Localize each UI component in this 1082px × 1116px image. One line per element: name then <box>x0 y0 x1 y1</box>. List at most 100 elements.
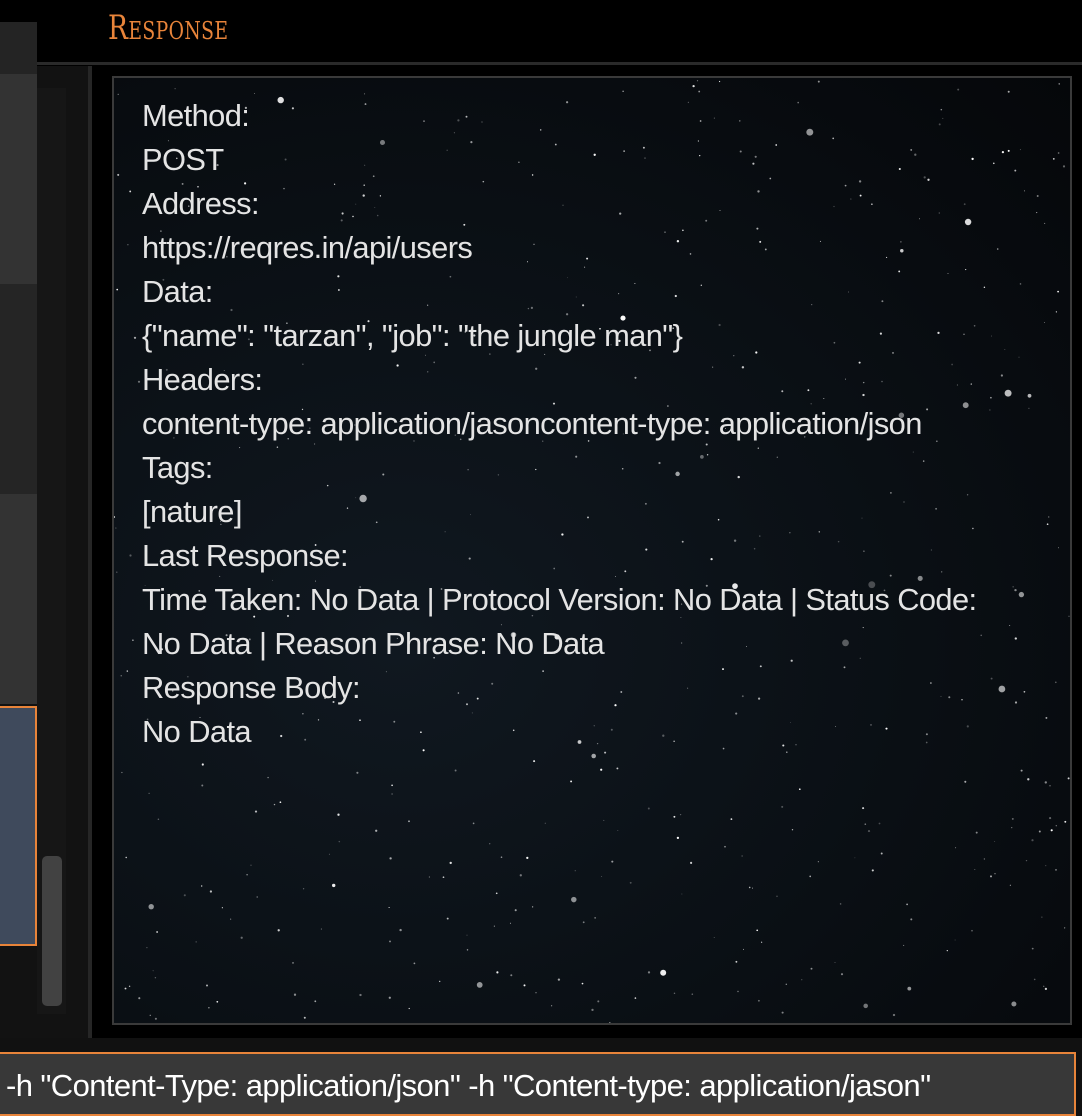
star <box>878 822 881 825</box>
star <box>495 892 498 895</box>
star <box>1045 865 1047 867</box>
star <box>337 813 340 816</box>
star <box>221 907 223 909</box>
star <box>338 840 341 843</box>
star <box>533 760 536 763</box>
star <box>454 769 457 772</box>
star <box>314 1000 317 1003</box>
star <box>195 941 197 943</box>
star <box>907 986 912 991</box>
star <box>1038 830 1041 833</box>
star <box>690 861 693 864</box>
star <box>946 950 948 952</box>
curl-command-input[interactable]: -h "Content-Type: application/json" -h "… <box>0 1052 1076 1116</box>
star <box>472 822 475 825</box>
star <box>292 962 294 964</box>
star <box>148 904 154 910</box>
star <box>133 336 137 339</box>
star <box>116 571 118 573</box>
star <box>761 941 763 943</box>
star <box>990 875 992 878</box>
response-line: Last Response: <box>142 538 349 573</box>
star <box>601 875 603 878</box>
star <box>389 940 391 943</box>
star <box>408 1007 410 1010</box>
star <box>201 885 203 887</box>
list-item[interactable] <box>0 284 37 494</box>
star <box>730 818 733 820</box>
star <box>208 1007 210 1009</box>
star <box>591 753 596 759</box>
star <box>1011 817 1014 820</box>
star <box>174 88 176 90</box>
star <box>466 934 468 936</box>
star <box>817 861 819 863</box>
star <box>1041 916 1043 918</box>
page-title: Response <box>108 8 229 48</box>
star <box>863 1003 868 1009</box>
star <box>1031 947 1034 950</box>
response-line: https://reqres.in/api/users <box>142 230 473 265</box>
star <box>117 93 119 96</box>
star <box>696 80 699 82</box>
star <box>519 874 522 877</box>
star <box>1064 820 1067 823</box>
star <box>617 830 619 832</box>
star <box>791 829 794 831</box>
star <box>647 971 651 974</box>
star <box>622 90 624 92</box>
star <box>880 852 883 855</box>
response-line: content-type: application/jasoncontent-t… <box>142 406 922 441</box>
star <box>634 997 637 999</box>
star <box>609 1022 611 1023</box>
star <box>115 527 117 529</box>
panel-divider[interactable] <box>88 66 92 1038</box>
star <box>691 993 694 995</box>
list-item-selected[interactable] <box>0 706 37 946</box>
response-line: No Data | Reason Phrase: No Data <box>142 626 605 661</box>
star <box>743 948 744 950</box>
star <box>1049 817 1052 820</box>
star <box>279 801 282 804</box>
response-line: Address: <box>142 186 260 221</box>
star <box>428 876 430 878</box>
scrollbar-thumb[interactable] <box>42 856 62 1006</box>
star <box>157 818 160 821</box>
star <box>391 793 393 795</box>
star <box>114 516 116 518</box>
star <box>1071 802 1072 803</box>
star <box>359 993 362 997</box>
list-item[interactable] <box>0 494 37 704</box>
star <box>557 978 561 981</box>
star <box>574 870 576 872</box>
star <box>713 936 715 938</box>
star <box>903 944 905 946</box>
star <box>692 84 695 88</box>
response-line: Data: <box>142 274 213 309</box>
star <box>810 967 813 970</box>
star <box>523 984 526 987</box>
star <box>906 903 908 906</box>
star <box>148 792 150 795</box>
star <box>442 876 445 879</box>
response-panel: Method: POST Address: https://reqres.in/… <box>112 76 1072 1025</box>
star <box>124 987 127 990</box>
star <box>737 990 739 993</box>
star <box>201 784 204 787</box>
star <box>1011 826 1013 829</box>
star <box>246 874 248 876</box>
star <box>594 917 596 919</box>
star <box>152 970 154 972</box>
star <box>526 856 529 860</box>
star <box>116 288 119 291</box>
list-item[interactable] <box>0 74 37 284</box>
star <box>616 767 619 770</box>
star <box>1025 859 1028 862</box>
star <box>476 982 483 988</box>
star <box>121 771 123 774</box>
star <box>302 888 305 890</box>
star <box>466 949 469 951</box>
list-item[interactable] <box>0 22 37 74</box>
star <box>120 675 122 677</box>
star <box>149 1014 151 1016</box>
